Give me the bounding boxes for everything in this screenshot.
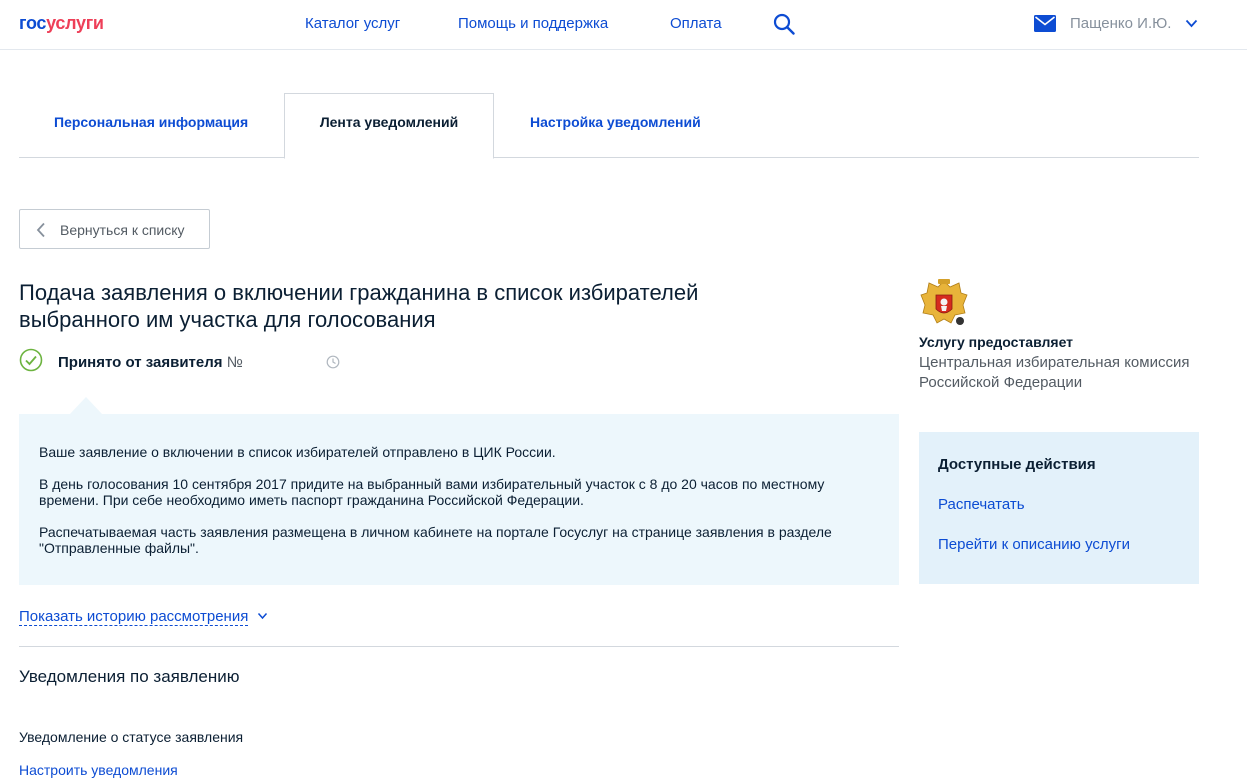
provider-name-line2: Российской Федерации [919,374,1083,391]
chevron-left-icon [36,222,45,238]
clock-icon [326,355,340,369]
section-divider [19,646,899,647]
info-box-pointer [70,397,102,414]
provider-name: Центральная избирательная комиссия Росси… [919,353,1199,393]
service-description-link[interactable]: Перейти к описанию услуги [938,536,1130,553]
nav-payment[interactable]: Оплата [670,15,722,32]
search-icon[interactable] [773,13,795,35]
provider-label: Услугу предоставляет [919,334,1074,350]
chevron-down-icon[interactable] [1185,19,1198,28]
tab-notification-settings[interactable]: Настройка уведомлений [530,114,701,130]
gosuslugi-logo[interactable]: госуслуги [19,13,104,34]
coat-of-arms-emblem [920,279,968,325]
back-to-list-button[interactable]: Вернуться к списку [19,209,210,249]
info-paragraph-2: В день голосования 10 сентября 2017 прид… [39,476,859,508]
mail-icon[interactable] [1034,15,1056,32]
info-paragraph-3: Распечатываемая часть заявления размещен… [39,524,859,556]
tab-personal-info[interactable]: Персональная информация [54,114,248,130]
info-paragraph-2-line1: В день голосования 10 сентября 2017 прид… [39,476,825,492]
info-paragraph-1: Ваше заявление о включении в список изби… [39,444,556,460]
page-title: Подача заявления о включении гражданина … [19,279,879,333]
application-number: № [226,354,243,371]
page-title-line1: Подача заявления о включении гражданина … [19,280,699,305]
configure-notifications-link[interactable]: Настроить уведомления [19,762,178,778]
page: госуслуги Каталог услуг Помощь и поддерж… [0,0,1247,779]
nav-catalog[interactable]: Каталог услуг [305,15,400,32]
status-notification-label: Уведомление о статусе заявления [19,729,244,745]
chevron-down-icon[interactable] [257,612,268,620]
status-label: Принято от заявителя [58,354,223,371]
top-header: госуслуги Каталог услуг Помощь и поддерж… [0,0,1247,50]
tab-notification-feed-label: Лента уведомлений [319,114,459,130]
user-menu[interactable]: Пащенко И.Ю. [1070,15,1171,32]
notifications-section-title: Уведомления по заявлению [19,667,240,686]
available-actions-panel: Доступные действия Распечатать Перейти к… [919,432,1199,584]
show-history-link[interactable]: Показать историю рассмотрения [19,608,249,626]
info-paragraph-3-line1: Распечатываемая часть заявления размещен… [39,524,832,540]
actions-title: Доступные действия [938,456,1096,473]
check-circle-icon [19,348,43,372]
logo-part-uslugi: услуги [46,13,104,33]
back-button-label: Вернуться к списку [60,222,185,238]
application-status: Принято от заявителя № [58,354,243,371]
print-link[interactable]: Распечатать [938,496,1025,513]
logo-part-gos: гос [19,13,47,33]
provider-name-line1: Центральная избирательная комиссия [919,354,1190,371]
nav-help[interactable]: Помощь и поддержка [458,15,608,32]
tab-notification-feed[interactable]: Лента уведомлений [284,93,494,159]
info-paragraph-3-line2: "Отправленные файлы". [39,540,199,556]
info-paragraph-2-line2: времени. При себе необходимо иметь паспо… [39,492,584,508]
page-title-line2: выбранного им участка для голосования [19,307,436,332]
tabs-divider [19,157,1199,158]
